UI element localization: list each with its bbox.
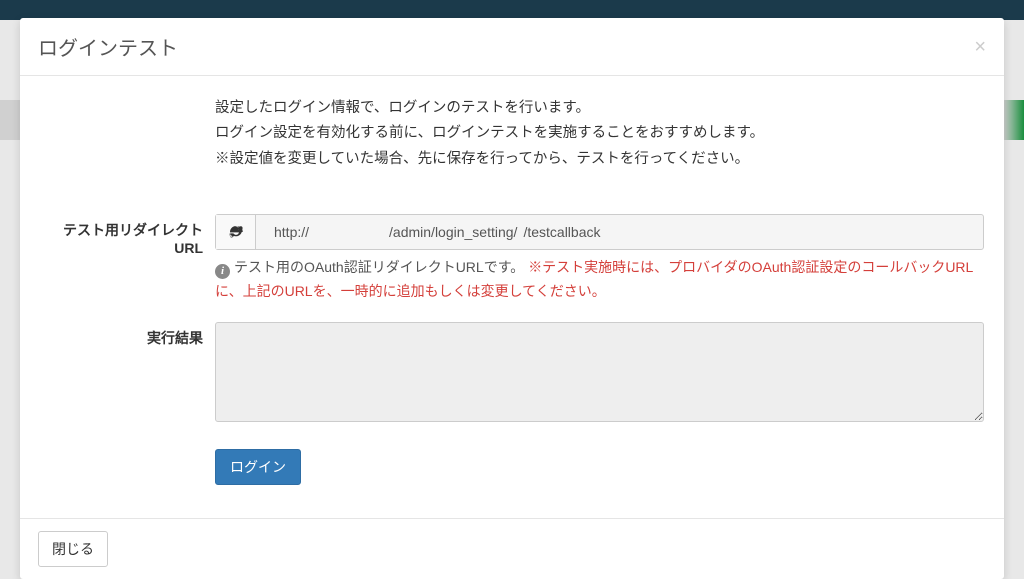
modal-footer: 閉じる: [20, 518, 1004, 579]
intro-line-1: 設定したログイン情報で、ログインのテストを行います。: [215, 96, 984, 121]
intro-text: 設定したログイン情報で、ログインのテストを行います。 ログイン設定を有効化する前…: [215, 96, 984, 172]
intro-line-3: ※設定値を変更していた場合、先に保存を行ってから、テストを行ってください。: [215, 147, 984, 172]
redirect-help-text: iテスト用のOAuth認証リダイレクトURLです。 ※テスト実施時には、プロバイ…: [215, 256, 984, 304]
url-part-3: /testcallback: [523, 224, 600, 240]
close-button[interactable]: 閉じる: [38, 531, 108, 567]
url-part-2: /admin/login_setting/: [389, 224, 517, 240]
background-header: [0, 0, 1024, 20]
login-button[interactable]: ログイン: [215, 449, 301, 485]
result-label: 実行結果: [40, 322, 215, 427]
redirect-url-label: テスト用リダイレクトURL: [40, 214, 215, 304]
info-icon: i: [215, 264, 230, 279]
modal-title: ログインテスト: [38, 32, 178, 61]
result-textarea[interactable]: [215, 322, 984, 422]
modal-body: 設定したログイン情報で、ログインのテストを行います。 ログイン設定を有効化する前…: [20, 76, 1004, 518]
help-prefix: テスト用のOAuth認証リダイレクトURLです。: [234, 259, 524, 275]
intro-line-2: ログイン設定を有効化する前に、ログインテストを実施することをおすすめします。: [215, 121, 984, 146]
login-test-modal: ログインテスト × 設定したログイン情報で、ログインのテストを行います。 ログイ…: [20, 18, 1004, 579]
url-part-1: http://: [274, 224, 309, 240]
redirect-url-value: http:// /admin/login_setting/ /testcallbac…: [256, 215, 983, 249]
close-icon[interactable]: ×: [974, 37, 986, 57]
redirect-url-field: http:// /admin/login_setting/ /testcallbac…: [215, 214, 984, 250]
modal-header: ログインテスト ×: [20, 18, 1004, 76]
ie-icon: [216, 215, 256, 249]
